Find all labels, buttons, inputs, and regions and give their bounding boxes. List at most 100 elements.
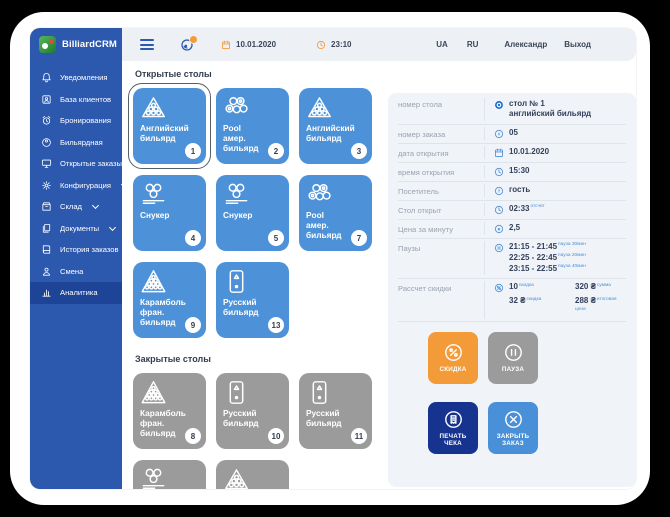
detail-value-text: 10.01.2020: [509, 147, 549, 156]
sidebar-item-label: Склад: [60, 202, 82, 211]
detail-value-text: 22:25 - 22:45: [509, 253, 557, 262]
sidebar-item-order-history[interactable]: История заказов: [30, 239, 122, 261]
sidebar-item-clients[interactable]: База клиентов: [30, 89, 122, 111]
notifications-icon[interactable]: [180, 38, 194, 52]
alarm-icon: [41, 115, 52, 126]
russian-table-icon: [223, 268, 250, 295]
details-table: номер столастол № 1английский бильярдном…: [398, 95, 626, 322]
discount-value-text: 288 ₴: [575, 296, 596, 305]
calendar-icon: [221, 40, 231, 50]
action-button-label-line: СКИДКА: [440, 366, 467, 374]
table-card[interactable]: Карамбольфран. бильярд9: [133, 262, 206, 338]
triangle-rack-icon: [223, 466, 250, 489]
user-name[interactable]: Александр: [504, 40, 547, 49]
table-card[interactable]: Снукер4: [133, 175, 206, 251]
russian-table-icon: [306, 379, 333, 406]
detail-row: Стол открыт02:33отсчет: [398, 201, 626, 220]
current-time: 23:10: [316, 40, 351, 50]
detail-value: 15:30: [484, 165, 626, 178]
detail-value-text: стол № 1: [509, 99, 545, 108]
sidebar-item-bookings[interactable]: Бронирования: [30, 110, 122, 132]
detail-value-text: 23:15 - 22:55: [509, 264, 557, 273]
detail-value: 02:33отсчет: [484, 203, 626, 216]
discount-button[interactable]: СКИДКА: [428, 332, 478, 384]
pause-circle-icon: [494, 243, 504, 253]
sidebar-item-documents[interactable]: Документы: [30, 218, 122, 240]
detail-value: #05: [484, 127, 626, 140]
detail-label: Стол открыт: [398, 203, 484, 216]
pause-circle-icon: [503, 342, 524, 363]
detail-label: время открытия: [398, 165, 484, 178]
table-card[interactable]: Карамбольфран. бильярд8: [133, 373, 206, 449]
discount-value-text: 320 ₴: [575, 282, 596, 291]
action-button-label-line: ПАУЗА: [502, 366, 524, 374]
detail-value-body: 21:15 - 21:45пауза 30мин22:25 - 22:45пау…: [509, 242, 586, 274]
detail-value: стол № 1английский бильярд: [484, 98, 626, 122]
logout-button[interactable]: Выход: [564, 40, 591, 49]
sidebar-item-shift[interactable]: Смена: [30, 261, 122, 283]
triangle-rack-icon: [140, 94, 167, 121]
table-card[interactable]: Снукер5: [216, 175, 289, 251]
sidebar-item-billiard-room[interactable]: Бильярдная: [30, 132, 122, 154]
close-order-button[interactable]: ЗАКРЫТЬЗАКАЗ: [488, 402, 538, 454]
table-card[interactable]: Английскийбильярд3: [299, 88, 372, 164]
time-text: 23:10: [331, 40, 351, 49]
russian-table-icon: [223, 379, 250, 406]
discount-value-sup: сумма: [597, 283, 611, 288]
snooker-icon: [223, 181, 250, 208]
pool-cluster-icon: [306, 181, 333, 208]
table-card[interactable]: Снукер: [133, 460, 206, 489]
pause-button[interactable]: ПАУЗА: [488, 332, 538, 384]
table-card[interactable]: Английскийбильярд1: [133, 88, 206, 164]
current-date: 10.01.2020: [221, 40, 276, 50]
detail-value-body: 2,5: [509, 223, 520, 234]
table-card[interactable]: Английскийбильярд: [216, 460, 289, 489]
app-logo-icon: [39, 36, 56, 53]
actions-grid: СКИДКА ПАУЗА ПЕЧАТЬЧЕКАЗАКРЫТЬЗАКАЗ: [428, 332, 626, 454]
logo[interactable]: BilliardCRM: [30, 28, 122, 61]
sidebar-item-open-orders[interactable]: Открытые заказы: [30, 153, 122, 175]
sidebar-item-label: База клиентов: [60, 95, 111, 104]
table-number-badge: 3: [351, 143, 367, 159]
content: Открытые столы Английскийбильярд1Poolаме…: [122, 61, 636, 489]
detail-value-body: 15:30: [509, 166, 529, 177]
svg-text:?: ?: [498, 189, 501, 194]
date-text: 10.01.2020: [236, 40, 276, 49]
docs-icon: [41, 223, 52, 234]
sidebar-item-label: Уведомления: [60, 73, 107, 82]
sidebar-nav: Уведомления База клиентов БронированияБиль…: [30, 67, 122, 304]
sidebar-item-analytics[interactable]: Аналитика: [30, 282, 122, 304]
table-card-label: Английскийбильярд: [306, 124, 366, 144]
sidebar-item-configuration[interactable]: Конфигурация: [30, 175, 122, 197]
table-number-badge: 13: [268, 317, 284, 333]
table-card[interactable]: Русскийбильярд10: [216, 373, 289, 449]
table-card[interactable]: Poolамер. бильярд2: [216, 88, 289, 164]
detail-value-text: 02:33: [509, 204, 529, 213]
discount-value-sup: скидка: [519, 283, 534, 288]
detail-row: Посетитель?гость: [398, 182, 626, 201]
detail-label: Цена за минуту: [398, 222, 484, 235]
hamburger-menu-icon[interactable]: [140, 39, 154, 50]
sidebar-item-label: Открытые заказы: [60, 159, 122, 168]
action-button-label-line: ЗАКАЗ: [497, 440, 529, 448]
table-card[interactable]: Poolамер. бильярд7: [299, 175, 372, 251]
detail-label: номер стола: [398, 98, 484, 122]
print-receipt-icon: [443, 409, 464, 430]
carom-rack-icon: [140, 379, 167, 406]
action-button-label: СКИДКА: [440, 366, 467, 374]
discount-value-sup: скидка: [526, 297, 541, 302]
lang-ua[interactable]: UA: [436, 40, 448, 49]
detail-value-text: 21:15 - 21:45: [509, 242, 557, 251]
percent-circle-icon: [494, 283, 504, 293]
detail-value-text: гость: [509, 185, 530, 194]
sidebar-item-warehouse[interactable]: Склад: [30, 196, 122, 218]
device-screen: BilliardCRM Уведомления База клиентов Брон…: [10, 12, 650, 505]
table-card[interactable]: Русскийбильярд11: [299, 373, 372, 449]
table-number-badge: 10: [268, 428, 284, 444]
lang-ru[interactable]: RU: [467, 40, 479, 49]
detail-value-body: гость: [509, 185, 530, 196]
sidebar-item-notifications[interactable]: Уведомления: [30, 67, 122, 89]
print-receipt-button[interactable]: ПЕЧАТЬЧЕКА: [428, 402, 478, 454]
table-card[interactable]: Русскийбильярд13: [216, 262, 289, 338]
person-icon: [41, 266, 52, 277]
